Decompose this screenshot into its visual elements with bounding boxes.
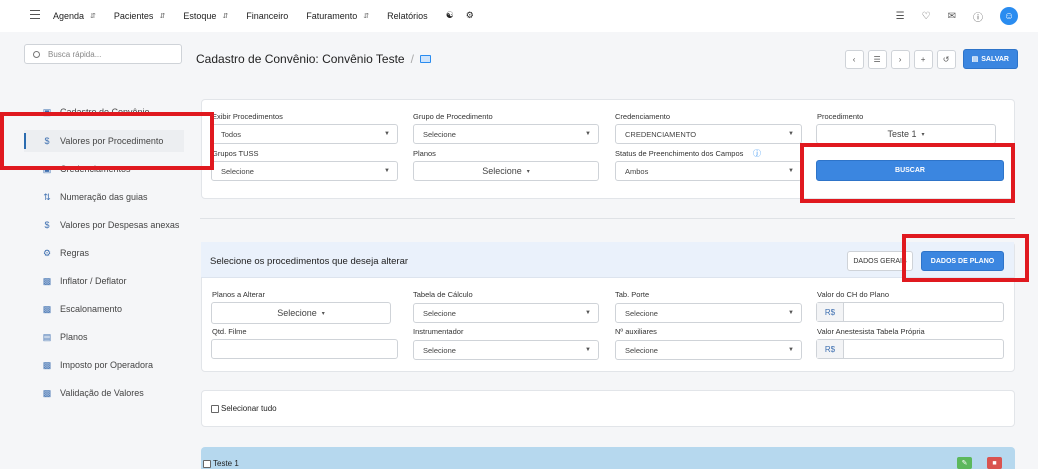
search-input[interactable]: Busca rápida...	[24, 44, 182, 64]
status-preenchimento-select[interactable]: Ambos ▼	[615, 161, 802, 181]
row-checkbox[interactable]: Teste 1	[203, 459, 239, 468]
bell-icon[interactable]: ♡	[922, 11, 931, 22]
table-row	[201, 447, 1015, 469]
credenciamento-select[interactable]: CREDENCIAMENTO ▼	[615, 124, 802, 144]
database-icon[interactable]: ☯	[446, 10, 454, 21]
select-all-checkbox[interactable]: Selecionar tudo	[211, 404, 277, 413]
caret-down-icon: ▾	[526, 168, 530, 175]
chevron-updown-icon: ⇵	[222, 12, 229, 20]
exibir-procedimentos-select[interactable]: Todos ▼	[211, 124, 398, 144]
planos-select[interactable]: Selecione ▾	[413, 161, 599, 181]
caret-down-icon: ▼	[384, 168, 390, 174]
history-button[interactable]: ↺	[936, 49, 956, 69]
menu-agenda[interactable]: Agenda ⇵	[53, 10, 96, 21]
caret-down-icon: ▼	[585, 131, 591, 137]
checkbox-icon	[211, 404, 219, 413]
caret-down-icon: ▼	[788, 347, 794, 353]
money-icon: ▩	[42, 387, 52, 398]
delete-button[interactable]: ■	[987, 457, 1002, 469]
top-right-icons: ☰ ♡ ✉ ⓘ ☺	[896, 7, 1018, 25]
menu-estoque[interactable]: Estoque ⇵	[183, 10, 228, 21]
caret-down-icon: ▼	[788, 131, 794, 137]
highlight-box-buscar	[800, 143, 1015, 203]
info-icon[interactable]: ⓙ	[753, 148, 761, 159]
user-icon: ☺	[1003, 10, 1015, 22]
toolbar: ‹ ☰ › + ↺ ▤ SALVAR	[844, 49, 1018, 69]
prev-button[interactable]: ‹	[844, 49, 864, 69]
instrumentador-select[interactable]: Selecione ▼	[413, 340, 599, 360]
page-title: Cadastro de Convênio: Convênio Teste /	[196, 52, 431, 66]
main-menu: Agenda ⇵ Pacientes ⇵ Estoque ⇵ Financeiro F…	[53, 10, 492, 21]
tab-porte-select[interactable]: Selecione ▼	[615, 303, 802, 323]
edit-icon: ✎	[961, 460, 968, 467]
planos-alterar-select[interactable]: Selecione ▾	[211, 302, 391, 324]
sidebar-item-despesas[interactable]: $ Valores por Despesas anexas	[24, 214, 184, 236]
tabela-calculo-select[interactable]: Selecione ▼	[413, 303, 599, 323]
menu-financeiro[interactable]: Financeiro	[246, 10, 288, 21]
avatar[interactable]: ☺	[1000, 7, 1018, 25]
divider	[200, 218, 1015, 219]
save-button[interactable]: ▤ SALVAR	[962, 49, 1018, 69]
money-icon: ▩	[42, 275, 52, 286]
valor-ch-field[interactable]: R$	[816, 302, 1004, 322]
valor-anestesista-field[interactable]: R$	[816, 339, 1004, 359]
select-all-panel	[201, 390, 1015, 427]
hamburger-menu-icon[interactable]	[30, 10, 40, 19]
gear-icon[interactable]: ⚙	[466, 10, 474, 21]
sidebar-item-imposto[interactable]: ▩ Imposto por Operadora	[24, 354, 184, 376]
chat-icon[interactable]: ✉	[948, 11, 956, 22]
edit-button[interactable]: ✎	[957, 457, 972, 469]
sidebar-item-inflator[interactable]: ▩ Inflator / Deflator	[24, 270, 184, 292]
caret-down-icon: ▼	[585, 347, 591, 353]
menu-pacientes[interactable]: Pacientes ⇵	[114, 10, 165, 21]
grupos-tuss-select[interactable]: Selecione ▼	[211, 161, 398, 181]
money-icon: ▩	[42, 359, 52, 370]
gears-icon: ⚙	[42, 247, 52, 258]
menu-faturamento[interactable]: Faturamento ⇵	[306, 10, 369, 21]
sidebar-item-regras[interactable]: ⚙ Regras	[24, 242, 184, 264]
auxiliares-select[interactable]: Selecione ▼	[615, 340, 802, 360]
chevron-updown-icon: ⇵	[363, 12, 370, 20]
list-button[interactable]: ☰	[867, 49, 887, 69]
sort-numeric-icon: ⇅	[43, 191, 51, 202]
sidebar-item-planos[interactable]: ▤ Planos	[24, 326, 184, 348]
card-icon	[419, 55, 431, 63]
alter-panel-title: Selecione os procedimentos que deseja al…	[210, 256, 409, 267]
checkbox-icon	[203, 459, 211, 468]
caret-down-icon: ▼	[384, 131, 390, 137]
trash-icon: ■	[992, 459, 997, 467]
grupo-procedimento-select[interactable]: Selecione ▼	[413, 124, 599, 144]
qtd-filme-input[interactable]	[211, 339, 398, 359]
caret-down-icon: ▼	[585, 310, 591, 316]
sidebar-item-numeracao[interactable]: ⇅ Numeração das guias	[24, 186, 184, 208]
top-navbar: Agenda ⇵ Pacientes ⇵ Estoque ⇵ Financeiro F…	[0, 0, 1038, 32]
procedimento-select[interactable]: Teste 1 ▾	[816, 124, 996, 144]
caret-down-icon: ▼	[788, 168, 794, 174]
chevron-updown-icon: ⇵	[159, 12, 166, 20]
list-icon: ▤	[42, 331, 52, 342]
money-icon: ▩	[42, 303, 52, 314]
menu-relatorios[interactable]: Relatórios	[387, 10, 428, 21]
caret-down-icon: ▾	[321, 310, 325, 317]
help-icon[interactable]: ⓘ	[973, 9, 983, 24]
search-icon	[33, 50, 40, 58]
save-icon: ▤	[971, 56, 979, 63]
sidebar-item-escalonamento[interactable]: ▩ Escalonamento	[24, 298, 184, 320]
chevron-updown-icon: ⇵	[90, 12, 96, 20]
dollar-icon: $	[44, 220, 50, 230]
caret-down-icon: ▾	[921, 131, 925, 138]
next-button[interactable]: ›	[890, 49, 910, 69]
highlight-box-sidebar	[0, 112, 214, 170]
caret-down-icon: ▼	[788, 310, 794, 316]
list-icon[interactable]: ☰	[896, 11, 905, 22]
highlight-box-dados-plano	[902, 234, 1029, 282]
sidebar-item-validacao[interactable]: ▩ Validação de Valores	[24, 382, 184, 404]
add-button[interactable]: +	[913, 49, 933, 69]
